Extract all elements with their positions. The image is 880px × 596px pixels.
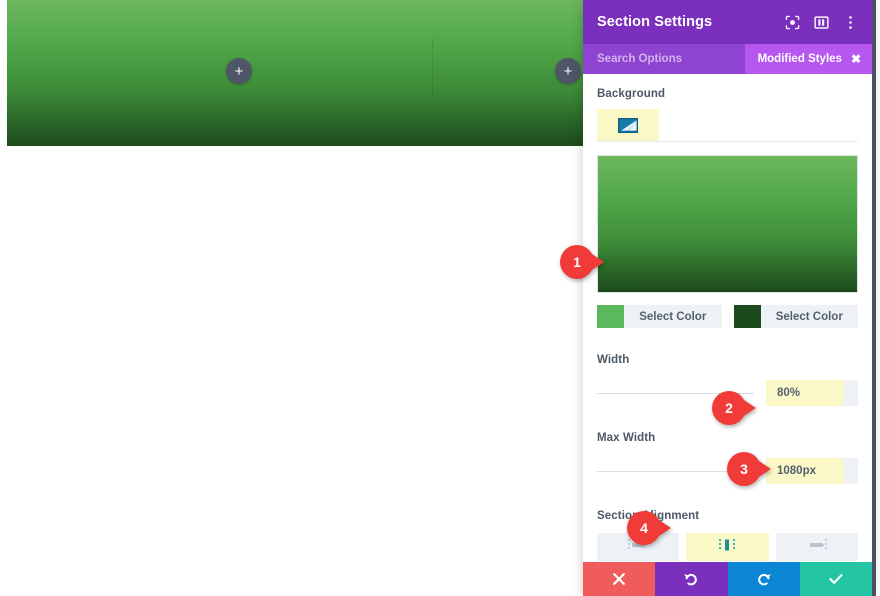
redo-icon: [756, 571, 772, 587]
color-swatch-end[interactable]: [733, 305, 761, 328]
add-module-button-left[interactable]: +: [226, 58, 252, 84]
width-value-input[interactable]: 80%: [766, 380, 844, 406]
width-value-filler: [844, 380, 858, 406]
panel-title: Section Settings: [597, 14, 713, 30]
callout-number: 3: [727, 452, 761, 486]
plus-icon: +: [234, 62, 244, 80]
callout-marker-2: 2: [712, 391, 756, 425]
gradient-icon: [617, 117, 639, 133]
close-icon[interactable]: ✖: [851, 53, 861, 65]
select-color-button-start[interactable]: Select Color: [624, 305, 722, 328]
color-stop-2: Select Color: [733, 305, 858, 328]
callout-number: 4: [627, 511, 661, 545]
gradient-preview[interactable]: [597, 155, 858, 293]
callout-number: 2: [712, 391, 746, 425]
close-icon: [612, 572, 626, 586]
modified-styles-badge[interactable]: Modified Styles ✖: [744, 44, 872, 74]
gradient-color-stops: Select Color Select Color: [597, 305, 858, 328]
layout-icon[interactable]: [814, 15, 829, 30]
section-settings-panel: Section Settings Search Options Modified…: [583, 0, 876, 596]
color-stop-1: Select Color: [597, 305, 722, 328]
focus-icon[interactable]: [785, 15, 800, 30]
align-right-icon: [806, 538, 828, 557]
background-tabs-filler: [659, 109, 858, 141]
max-width-value-filler: [844, 458, 858, 484]
background-type-tabs: [597, 109, 858, 142]
save-button[interactable]: [799, 562, 872, 596]
checkmark-icon: [828, 571, 844, 587]
callout-marker-4: 4: [627, 511, 671, 545]
add-module-button-right[interactable]: +: [555, 58, 581, 84]
panel-header-actions: [785, 15, 858, 30]
background-field: Background: [597, 74, 858, 142]
screen-root: + + Section Settings Search Options Modi…: [0, 0, 880, 596]
callout-number: 1: [560, 245, 594, 279]
max-width-label: Max Width: [597, 432, 656, 444]
more-options-icon[interactable]: [843, 15, 858, 30]
redo-button[interactable]: [727, 562, 800, 596]
align-center-button[interactable]: [686, 533, 769, 561]
select-color-button-end[interactable]: Select Color: [760, 305, 858, 328]
panel-action-bar: [583, 562, 872, 596]
search-options-row: Modified Styles ✖: [583, 44, 872, 74]
background-label: Background: [597, 88, 666, 100]
max-width-value-input[interactable]: 1080px: [766, 458, 844, 484]
panel-body: Background Select Color Select Color Wid…: [583, 74, 872, 562]
callout-marker-3: 3: [727, 452, 771, 486]
background-tab-gradient[interactable]: [597, 109, 659, 141]
modified-styles-label: Modified Styles: [757, 53, 842, 65]
color-swatch-start[interactable]: [597, 305, 624, 328]
width-label: Width: [597, 354, 630, 366]
align-center-icon: [716, 538, 738, 557]
panel-header: Section Settings: [583, 0, 872, 44]
plus-icon: +: [563, 62, 573, 80]
callout-marker-1: 1: [560, 245, 604, 279]
undo-icon: [683, 571, 699, 587]
cancel-button[interactable]: [583, 562, 656, 596]
column-divider: [432, 38, 433, 98]
align-right-button[interactable]: [775, 533, 858, 561]
undo-button[interactable]: [655, 562, 728, 596]
